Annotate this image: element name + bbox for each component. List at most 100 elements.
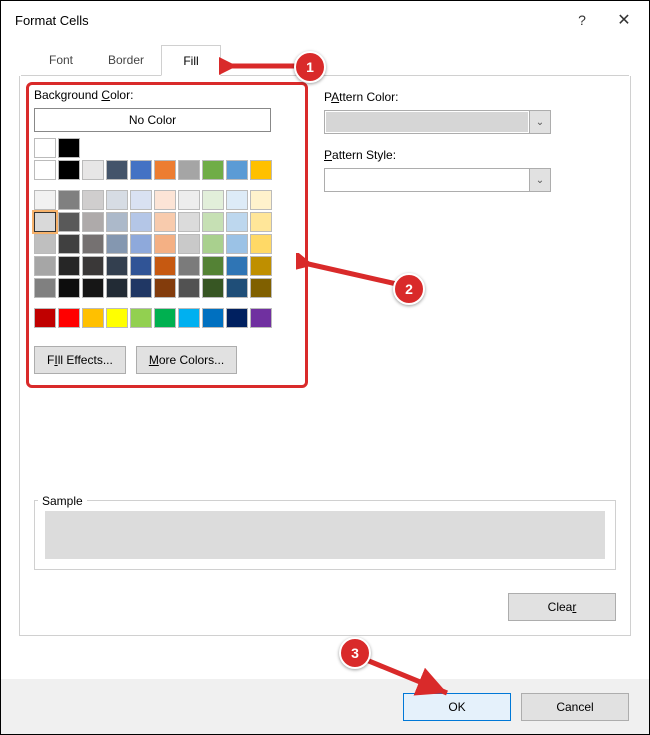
color-swatch[interactable] xyxy=(202,190,224,210)
color-swatch[interactable] xyxy=(178,308,200,328)
bgcolor-accel: C xyxy=(101,88,110,102)
no-color-button[interactable]: No Color xyxy=(34,108,271,132)
color-swatch[interactable] xyxy=(130,278,152,298)
color-swatch[interactable] xyxy=(250,160,272,180)
color-swatch[interactable] xyxy=(178,212,200,232)
color-swatch[interactable] xyxy=(130,190,152,210)
color-swatches xyxy=(34,138,284,328)
color-swatch[interactable] xyxy=(58,190,80,210)
color-swatch[interactable] xyxy=(130,308,152,328)
color-swatch[interactable] xyxy=(82,256,104,276)
pattern-style-dropdown[interactable]: ⌄ xyxy=(324,168,551,192)
color-swatch[interactable] xyxy=(58,308,80,328)
pattern-style-label: Pattern Style: xyxy=(324,148,616,162)
color-swatch[interactable] xyxy=(106,190,128,210)
color-swatch[interactable] xyxy=(82,234,104,254)
color-swatch[interactable] xyxy=(250,190,272,210)
color-swatch[interactable] xyxy=(130,212,152,232)
color-swatch[interactable] xyxy=(58,256,80,276)
clear-button[interactable]: Clear xyxy=(508,593,616,621)
color-swatch[interactable] xyxy=(226,190,248,210)
chevron-down-icon: ⌄ xyxy=(529,111,550,133)
color-swatch[interactable] xyxy=(250,308,272,328)
color-swatch[interactable] xyxy=(58,278,80,298)
close-button[interactable]: ✕ xyxy=(603,5,645,35)
more-colors-button[interactable]: More Colors... xyxy=(136,346,237,374)
color-swatch[interactable] xyxy=(106,234,128,254)
cancel-button[interactable]: Cancel xyxy=(521,693,629,721)
color-swatch[interactable] xyxy=(226,160,248,180)
fill-panel: Background Color: No Color FIll Effects.… xyxy=(19,76,631,636)
color-swatch[interactable] xyxy=(34,212,56,232)
color-swatch[interactable] xyxy=(154,256,176,276)
chevron-down-icon: ⌄ xyxy=(529,169,550,191)
color-swatch[interactable] xyxy=(226,308,248,328)
tab-border[interactable]: Border xyxy=(91,45,161,75)
format-cells-dialog: Format Cells ? ✕ Font Border Fill Backgr… xyxy=(0,0,650,735)
color-swatch[interactable] xyxy=(58,212,80,232)
color-swatch[interactable] xyxy=(250,234,272,254)
color-swatch[interactable] xyxy=(154,190,176,210)
color-swatch[interactable] xyxy=(154,308,176,328)
color-swatch[interactable] xyxy=(34,234,56,254)
color-swatch[interactable] xyxy=(34,190,56,210)
color-swatch[interactable] xyxy=(250,256,272,276)
fill-effects-button[interactable]: FIll Effects... xyxy=(34,346,126,374)
color-swatch[interactable] xyxy=(58,160,80,180)
color-swatch[interactable] xyxy=(130,234,152,254)
tab-fill[interactable]: Fill xyxy=(161,45,221,76)
color-swatch[interactable] xyxy=(82,212,104,232)
pattern-color-value xyxy=(326,112,528,132)
pattern-color-dropdown[interactable]: ⌄ xyxy=(324,110,551,134)
help-button[interactable]: ? xyxy=(561,5,603,35)
color-swatch[interactable] xyxy=(34,308,56,328)
dialog-title: Format Cells xyxy=(15,13,561,28)
color-swatch[interactable] xyxy=(202,234,224,254)
color-swatch[interactable] xyxy=(178,160,200,180)
color-swatch[interactable] xyxy=(130,160,152,180)
color-swatch[interactable] xyxy=(250,212,272,232)
color-swatch[interactable] xyxy=(34,278,56,298)
color-swatch[interactable] xyxy=(202,160,224,180)
color-swatch[interactable] xyxy=(34,256,56,276)
tab-font[interactable]: Font xyxy=(31,45,91,75)
color-swatch[interactable] xyxy=(58,234,80,254)
color-swatch[interactable] xyxy=(106,160,128,180)
color-swatch[interactable] xyxy=(226,212,248,232)
color-swatch[interactable] xyxy=(178,278,200,298)
color-swatch[interactable] xyxy=(154,234,176,254)
pattern-section: PAttern Color: ⌄ Pattern Style: ⌄ xyxy=(324,88,616,374)
color-swatch[interactable] xyxy=(82,278,104,298)
color-swatch[interactable] xyxy=(130,256,152,276)
color-swatch[interactable] xyxy=(226,278,248,298)
dialog-button-row: OK Cancel xyxy=(1,679,649,734)
color-swatch[interactable] xyxy=(106,212,128,232)
color-swatch[interactable] xyxy=(154,278,176,298)
tab-strip: Font Border Fill xyxy=(21,45,629,76)
color-swatch[interactable] xyxy=(202,308,224,328)
pattern-color-label: PAttern Color: xyxy=(324,90,616,104)
color-swatch[interactable] xyxy=(202,256,224,276)
color-swatch[interactable] xyxy=(202,278,224,298)
color-swatch[interactable] xyxy=(34,160,56,180)
color-swatch[interactable] xyxy=(178,256,200,276)
color-swatch[interactable] xyxy=(154,212,176,232)
color-swatch[interactable] xyxy=(202,212,224,232)
color-swatch[interactable] xyxy=(82,160,104,180)
dialog-body: Font Border Fill Background Color: No Co… xyxy=(1,39,649,636)
color-swatch[interactable] xyxy=(82,308,104,328)
color-swatch[interactable] xyxy=(106,256,128,276)
color-swatch[interactable] xyxy=(106,308,128,328)
color-swatch[interactable] xyxy=(178,234,200,254)
color-swatch[interactable] xyxy=(154,160,176,180)
color-swatch[interactable] xyxy=(106,278,128,298)
color-swatch[interactable] xyxy=(58,138,80,158)
color-swatch[interactable] xyxy=(226,234,248,254)
ok-button[interactable]: OK xyxy=(403,693,511,721)
ps-accel: P xyxy=(324,148,332,162)
color-swatch[interactable] xyxy=(250,278,272,298)
color-swatch[interactable] xyxy=(82,190,104,210)
color-swatch[interactable] xyxy=(226,256,248,276)
color-swatch[interactable] xyxy=(178,190,200,210)
color-swatch[interactable] xyxy=(34,138,56,158)
